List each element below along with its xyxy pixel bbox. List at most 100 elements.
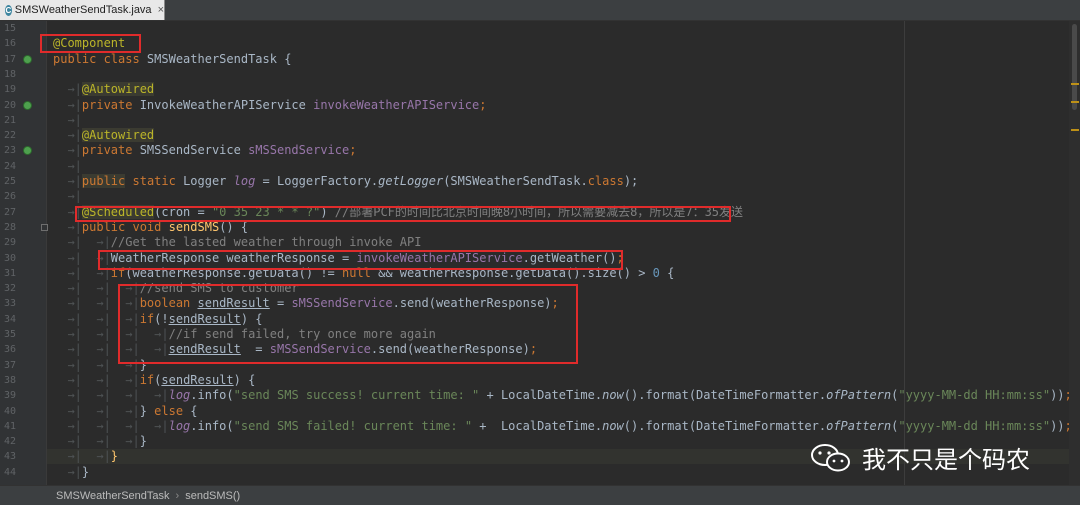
code-line[interactable]: →| →| →|} [53,434,147,449]
code-token: else [154,403,191,418]
gutter-line[interactable]: 36 [0,342,44,357]
gutter-line[interactable]: 38 [0,373,44,388]
code-token: →| →| →| →| [53,388,169,403]
code-line[interactable]: →|@Autowired [53,128,155,143]
code-token: (SMSWeatherSendTask. [443,174,588,188]
code-line[interactable]: →| [53,189,81,204]
spring-bean-icon[interactable] [23,146,32,156]
code-token: sMSSendService [248,143,350,158]
java-class-icon: C [5,4,12,16]
gutter-line[interactable]: 31 [0,266,44,281]
gutter-line[interactable]: 44 [0,465,44,480]
gutter-line[interactable]: 33 [0,296,44,311]
gutter-line[interactable]: 27 [0,205,44,220]
code-token: "yyyy-MM-dd HH:mm:ss" [898,418,1051,433]
code-token: ; [479,97,487,112]
code-token: static [125,174,184,188]
watermark-text: 我不只是个码农 [862,446,1030,474]
line-number: 24 [4,160,17,172]
code-token: @Autowired [81,128,155,143]
gutter-line[interactable]: 40 [0,404,44,419]
spring-bean-icon[interactable] [23,54,32,64]
code-line[interactable]: →|public static Logger log = LoggerFacto… [53,174,646,189]
code-line[interactable]: →| →| →| →|log.info("send SMS failed! cu… [53,419,1069,434]
line-number: 37 [4,359,17,371]
line-number: 36 [4,344,17,356]
line-number: 20 [4,99,17,111]
code-line[interactable]: →| →| →| →|log.info("send SMS success! c… [53,388,1069,403]
code-token: )) [1050,418,1065,433]
code-line[interactable]: →|} [53,465,89,480]
breadcrumb-class[interactable]: SMSWeatherSendTask [56,490,170,502]
line-number-gutter[interactable]: 15 16 17 18 19 20 21 22 23 24 25 26 27 28 29 30 31 32 33 34… [0,21,48,485]
gutter-line[interactable]: 30 [0,251,44,266]
gutter-line[interactable]: 35 [0,327,44,342]
code-line[interactable]: →| [53,112,82,128]
gutter-line[interactable]: 15 [0,21,44,36]
gutter-line[interactable]: 26 [0,189,44,204]
code-line[interactable]: →| →| →|} else { [53,403,197,419]
code-line[interactable]: public class SMSWeatherSendTask { [53,52,291,67]
code-token: →| [53,158,82,173]
line-number: 41 [4,420,17,432]
gutter-line[interactable]: 28 [0,220,48,235]
code-token: } [139,403,155,418]
vertical-scrollbar[interactable] [1069,21,1080,485]
code-token: →| [53,82,82,97]
gutter-line[interactable]: 19 [0,82,44,97]
code-line[interactable]: →|private SMSSendService sMSSendService; [53,143,356,158]
line-number: 32 [4,283,17,295]
code-token: →| [53,112,82,127]
gutter-line[interactable]: 25 [0,174,44,189]
code-token: ofPattern [826,388,892,403]
code-token: "send SMS failed! current time: " [233,418,473,433]
close-icon[interactable]: × [158,4,164,16]
gutter-line[interactable]: 16 [0,36,44,51]
warning-marker[interactable] [1071,129,1079,131]
code-line[interactable]: →| →| →|if(sendResult) { [53,373,255,388]
code-token: log [233,174,256,188]
gutter-line[interactable]: 42 [0,434,44,449]
highlight-box-send-block [118,284,578,364]
code-line[interactable]: →|private InvokeWeatherAPIService invoke… [53,97,487,113]
code-token: →| →| →| [53,372,140,387]
spring-bean-icon[interactable] [23,100,32,110]
highlight-box-scheduled [75,206,731,222]
gutter-line[interactable]: 23 [0,143,44,158]
code-line[interactable]: →|public void sendSMS() { [53,220,248,235]
gutter-line[interactable]: 17 [0,52,44,67]
scrollbar-thumb[interactable] [1072,24,1077,110]
code-token: →| →| [53,235,111,250]
code-token: log [168,418,191,433]
code-line[interactable]: →|@Autowired [53,82,155,97]
code-token: + LocalDateTime. [479,388,603,403]
gutter-line[interactable]: 21 [0,113,44,128]
code-token: = LoggerFactory. [255,174,379,188]
gutter-line[interactable]: 29 [0,235,44,250]
code-line[interactable]: →| →|//Get the lasted weather through in… [53,235,421,250]
gutter-line[interactable]: 24 [0,159,44,174]
gutter-line[interactable]: 20 [0,98,44,113]
code-line[interactable]: →| [53,158,82,174]
gutter-line[interactable]: 18 [0,67,44,82]
code-token: { [659,265,675,280]
gutter-line[interactable]: 37 [0,358,44,373]
code-token: →| →| →| [53,434,140,449]
code-token: class [587,174,624,188]
gutter-line[interactable]: 34 [0,312,44,327]
gutter-line[interactable]: 43 [0,449,44,464]
warning-marker[interactable] [1071,83,1079,85]
gutter-line[interactable]: 39 [0,388,44,403]
breadcrumb-method[interactable]: sendSMS() [185,490,240,502]
warning-marker[interactable] [1071,101,1079,103]
code-token: )) [1050,388,1065,403]
code-token: ofPattern [826,418,892,433]
gutter-line[interactable]: 22 [0,128,44,143]
tab-smsweathersendtask[interactable]: C SMSWeatherSendTask.java × [0,0,165,20]
code-token: .info( [190,418,234,433]
code-token: ().format(DateTimeFormatter. [623,388,827,403]
gutter-line[interactable]: 32 [0,281,44,296]
line-number: 18 [4,68,17,80]
gutter-line[interactable]: 41 [0,419,44,434]
line-number: 43 [4,451,17,463]
